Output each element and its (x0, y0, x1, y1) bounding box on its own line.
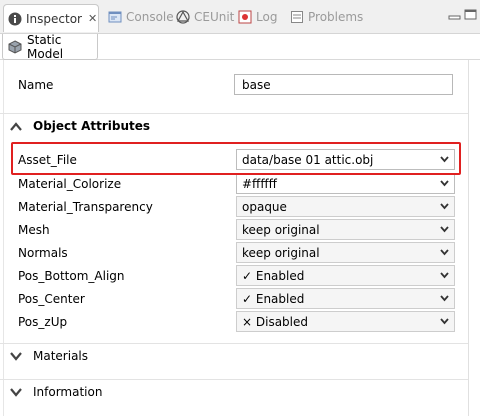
attribute-label: Normals (18, 246, 68, 260)
select-value: × Disabled (242, 314, 308, 329)
pos-center-select[interactable]: ✓ Enabled (236, 288, 455, 309)
attribute-label: Material_Transparency (18, 200, 153, 214)
tab-console[interactable]: Console (108, 5, 174, 29)
name-label: Name (18, 78, 54, 92)
info-icon (8, 12, 22, 26)
console-icon (108, 10, 122, 24)
tab-label: Problems (308, 10, 364, 24)
attribute-row-material-transparency: Material_Transparency opaque (0, 196, 468, 219)
pos-zup-select[interactable]: × Disabled (236, 311, 455, 332)
material-colorize-select[interactable]: #ffffff (236, 173, 455, 194)
chevron-up-icon (10, 122, 22, 131)
attribute-row-mesh: Mesh keep original (0, 219, 468, 242)
chevron-down-icon (440, 203, 449, 210)
select-value: ✓ Enabled (242, 291, 305, 306)
maximize-icon[interactable] (464, 9, 478, 21)
attribute-label: Pos_Bottom_Align (18, 269, 125, 283)
chevron-down-icon (440, 180, 449, 187)
chevron-down-icon (10, 388, 22, 397)
name-field[interactable]: base (234, 74, 453, 95)
chevron-down-icon (440, 295, 449, 302)
log-icon (238, 10, 252, 24)
attribute-row-pos-center: Pos_Center ✓ Enabled (0, 288, 468, 311)
select-value: keep original (242, 222, 320, 237)
attribute-label: Pos_zUp (18, 315, 68, 329)
information-section-header[interactable]: Information (0, 379, 468, 405)
editor-tab-strip: Static Model (0, 32, 480, 61)
name-row: Name base (0, 74, 468, 97)
attribute-label: Pos_Center (18, 292, 85, 306)
section-title: Information (33, 385, 103, 399)
mesh-select[interactable]: keep original (236, 219, 455, 240)
attribute-row-pos-zup: Pos_zUp × Disabled (0, 311, 468, 334)
chevron-down-icon (440, 272, 449, 279)
materials-section-header[interactable]: Materials (0, 343, 468, 369)
tab-inspector[interactable]: Inspector ✕ (3, 4, 99, 32)
select-value: #ffffff (242, 176, 277, 191)
ceunit-icon (176, 10, 190, 24)
select-value: ✓ Enabled (242, 268, 305, 283)
normals-select[interactable]: keep original (236, 242, 455, 263)
tab-log[interactable]: Log (238, 5, 277, 29)
section-title: Materials (33, 349, 89, 363)
chevron-down-icon (10, 352, 22, 361)
object-attributes-header[interactable]: Object Attributes (0, 113, 468, 139)
tab-label: Console (126, 10, 174, 24)
chevron-down-icon (440, 249, 449, 256)
tab-label: Inspector (26, 11, 82, 26)
problems-icon (290, 10, 304, 24)
tab-label: Static Model (27, 32, 64, 61)
select-value: opaque (242, 199, 287, 214)
attribute-row-normals: Normals keep original (0, 242, 468, 265)
tab-problems[interactable]: Problems (290, 5, 363, 29)
highlight-box (11, 142, 461, 175)
cube-icon (8, 39, 22, 54)
tab-ceunit[interactable]: CEUnit (176, 5, 234, 29)
view-tab-bar: Inspector ✕ Console CEUnit Log Problems (0, 0, 480, 34)
minimize-icon[interactable] (448, 9, 462, 21)
tab-static-model[interactable]: Static Model (2, 32, 98, 61)
panel-border (468, 60, 469, 416)
material-transparency-select[interactable]: opaque (236, 196, 455, 217)
attribute-row-pos-bottom-align: Pos_Bottom_Align ✓ Enabled (0, 265, 468, 288)
pos-bottom-align-select[interactable]: ✓ Enabled (236, 265, 455, 286)
chevron-down-icon (440, 226, 449, 233)
tab-label: CEUnit (194, 10, 235, 24)
attribute-row-material-colorize: Material_Colorize #ffffff (0, 173, 468, 196)
attribute-label: Mesh (18, 223, 50, 237)
chevron-down-icon (440, 318, 449, 325)
close-icon[interactable]: ✕ (88, 12, 97, 25)
select-value: keep original (242, 245, 320, 260)
section-title: Object Attributes (33, 119, 151, 133)
tab-label: Log (256, 10, 278, 24)
attribute-label: Material_Colorize (18, 177, 122, 191)
